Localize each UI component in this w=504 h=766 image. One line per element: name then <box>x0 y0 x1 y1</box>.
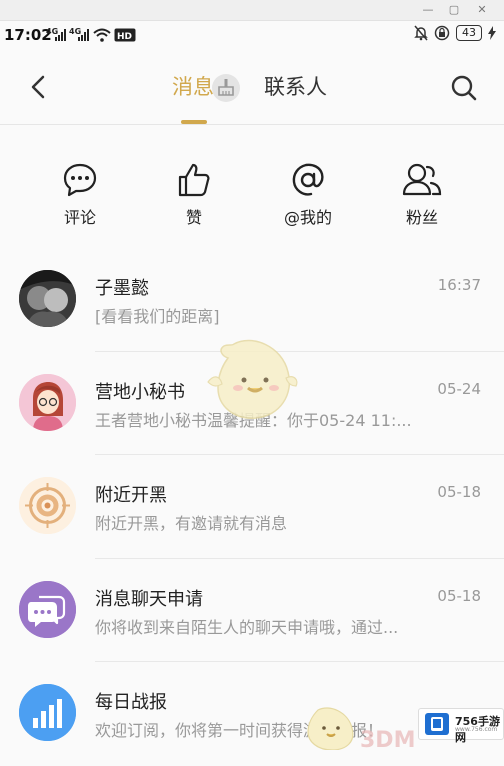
avatar <box>19 270 76 327</box>
avatar <box>19 477 76 534</box>
conversation-preview: 你将收到来自陌生人的聊天申请哦，通过... <box>95 617 399 637</box>
quick-actions: 评论 赞 @我的 粉丝 <box>0 150 504 240</box>
avatar <box>19 580 76 638</box>
maximize-icon[interactable]: ▢ <box>440 0 468 20</box>
quick-action-fans[interactable]: 粉丝 <box>382 150 462 228</box>
hd-icon: HD <box>114 28 136 42</box>
tab-messages[interactable]: 消息 <box>172 72 214 102</box>
tab-contacts[interactable]: 联系人 <box>264 72 327 102</box>
svg-text:HD: HD <box>117 32 132 42</box>
conversation-time: 16:37 <box>437 276 481 294</box>
status-bar: 17:02 4G 4G HD 43 <box>0 21 504 49</box>
status-time: 17:02 <box>4 26 52 44</box>
quick-action-comments[interactable]: 评论 <box>40 150 120 228</box>
at-icon <box>292 163 324 196</box>
thumbs-up-icon <box>178 163 210 197</box>
search-icon[interactable] <box>448 72 480 104</box>
conversation-time: 05-18 <box>437 483 481 501</box>
signal-icon-2 <box>78 29 89 41</box>
brand-url: www.756.com <box>455 726 498 733</box>
quick-action-label: 粉丝 <box>405 208 438 227</box>
tab-indicator <box>181 120 207 124</box>
wifi-icon <box>93 28 111 42</box>
conversation-row[interactable]: 消息聊天申请 你将收到来自陌生人的聊天申请哦，通过... 05-18 <box>0 559 504 662</box>
signal-icon <box>55 29 66 41</box>
bell-muted-icon <box>414 25 428 41</box>
brand-badge: 756手游网 www.756.com <box>418 708 504 744</box>
brand-logo-icon <box>425 713 449 735</box>
watermark-3dm-text: 3DM <box>360 728 416 753</box>
avatar <box>19 684 76 741</box>
quick-action-label: 评论 <box>63 208 96 227</box>
fans-icon <box>402 163 442 196</box>
battery-level: 43 <box>456 25 482 41</box>
charging-icon <box>488 26 496 40</box>
quick-action-label: 赞 <box>185 208 202 227</box>
conversation-name: 子墨懿 <box>95 278 149 299</box>
lock-rotation-icon <box>434 25 450 41</box>
quick-action-likes[interactable]: 赞 <box>154 150 234 228</box>
conversation-name: 营地小秘书 <box>95 381 185 403</box>
avatar <box>19 373 76 431</box>
conversation-time: 05-18 <box>437 586 481 605</box>
conversation-name: 附近开黑 <box>95 485 167 506</box>
mascot-small-watermark-icon <box>307 707 354 750</box>
conversation-row[interactable]: 附近开黑 附近开黑，有邀请就有消息 05-18 <box>0 455 504 559</box>
tab-badge <box>212 74 240 102</box>
conversation-preview: 附近开黑，有邀请就有消息 <box>95 514 288 533</box>
conversation-preview: [看看我们的距离] <box>95 307 220 326</box>
back-arrow-icon[interactable] <box>24 72 54 102</box>
app-header: 消息 联系人 <box>0 50 504 125</box>
conversation-list: 子墨懿 [看看我们的距离] 16:37 营地小秘书 王者营地小秘书温馨提醒：你于… <box>0 248 504 766</box>
minimize-icon[interactable]: — <box>414 0 442 20</box>
conversation-name: 消息聊天申请 <box>95 588 203 610</box>
quick-action-mentions[interactable]: @我的 <box>268 150 348 228</box>
mascot-watermark-icon <box>207 339 298 419</box>
close-icon[interactable]: ✕ <box>468 0 496 20</box>
comment-icon <box>63 163 97 197</box>
window-title-bar: — ▢ ✕ <box>0 0 504 21</box>
conversation-time: 05-24 <box>437 379 481 398</box>
quick-action-label: @我的 <box>283 208 332 227</box>
broom-icon <box>218 79 234 96</box>
conversation-name: 每日战报 <box>95 692 167 713</box>
